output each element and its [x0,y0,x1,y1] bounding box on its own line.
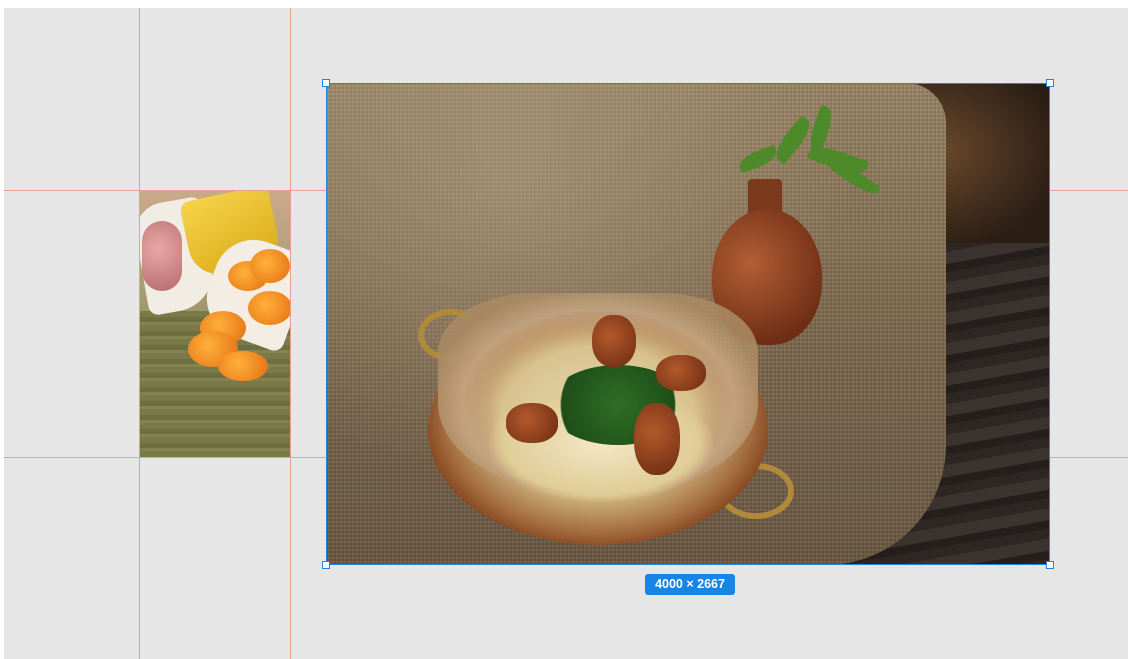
design-canvas[interactable]: 4000 × 2667 [4,8,1128,659]
dimensions-badge: 4000 × 2667 [645,574,735,595]
resize-handle-bottom-left[interactable] [322,561,330,569]
resize-handle-top-left[interactable] [322,79,330,87]
vertical-guide[interactable] [290,8,291,659]
chip [250,249,290,283]
selection-box[interactable] [326,83,1050,565]
chip [248,291,290,325]
resize-handle-bottom-right[interactable] [1046,561,1054,569]
chips-thumbnail-image[interactable] [140,191,290,457]
resize-handle-top-right[interactable] [1046,79,1054,87]
chip [218,351,268,381]
ham-slices [142,221,182,291]
